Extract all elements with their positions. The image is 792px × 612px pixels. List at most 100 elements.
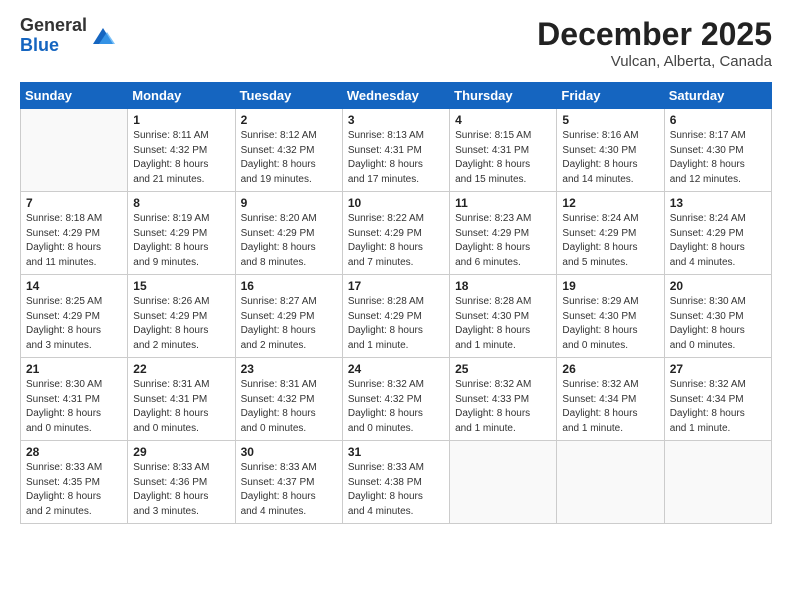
day-info: Sunrise: 8:24 AMSunset: 4:29 PMDaylight:… <box>670 212 766 270</box>
day-number: 15 <box>133 279 229 293</box>
day-cell-8: 8 Sunrise: 8:19 AMSunset: 4:29 PMDaylight… <box>128 192 235 275</box>
day-info: Sunrise: 8:31 AMSunset: 4:32 PMDaylight:… <box>241 378 337 436</box>
week-row-5: 28Sunrise: 8:33 AMSunset: 4:35 PMDayligh… <box>21 441 772 524</box>
day-header-tuesday: Tuesday <box>235 83 342 109</box>
day-number: 19 <box>562 279 658 293</box>
day-info: Sunrise: 8:11 AMSunset: 4:32 PMDaylight:… <box>133 129 229 187</box>
empty-cell <box>557 441 664 524</box>
day-info: Sunrise: 8:30 AMSunset: 4:31 PMDaylight:… <box>26 378 122 436</box>
day-info: Sunrise: 8:27 AMSunset: 4:29 PMDaylight:… <box>241 295 337 353</box>
day-info: Sunrise: 8:32 AMSunset: 4:34 PMDaylight:… <box>562 378 658 436</box>
week-row-2: 7 Sunrise: 8:18 AMSunset: 4:29 PMDaylight… <box>21 192 772 275</box>
day-number: 13 <box>670 196 766 210</box>
day-cell-26: 26 Sunrise: 8:32 AMSunset: 4:34 PMDayligh… <box>557 358 664 441</box>
day-cell-12: 12 Sunrise: 8:24 AMSunset: 4:29 PMDayligh… <box>557 192 664 275</box>
week-row-4: 21 Sunrise: 8:30 AMSunset: 4:31 PMDayligh… <box>21 358 772 441</box>
day-header-wednesday: Wednesday <box>342 83 449 109</box>
day-info: Sunrise: 8:31 AMSunset: 4:31 PMDaylight:… <box>133 378 229 436</box>
day-header-saturday: Saturday <box>664 83 771 109</box>
day-number: 29 <box>133 445 229 459</box>
day-cell-6: 6Sunrise: 8:17 AMSunset: 4:30 PMDaylight… <box>664 109 771 192</box>
day-cell-31: 31 Sunrise: 8:33 AMSunset: 4:38 PMDayligh… <box>342 441 449 524</box>
day-number: 25 <box>455 362 551 376</box>
day-cell-24: 24 Sunrise: 8:32 AMSunset: 4:32 PMDayligh… <box>342 358 449 441</box>
day-number: 17 <box>348 279 444 293</box>
day-cell-15: 15 Sunrise: 8:26 AMSunset: 4:29 PMDayligh… <box>128 275 235 358</box>
day-cell-3: 3Sunrise: 8:13 AMSunset: 4:31 PMDaylight… <box>342 109 449 192</box>
empty-cell <box>21 109 128 192</box>
day-cell-27: 27Sunrise: 8:32 AMSunset: 4:34 PMDayligh… <box>664 358 771 441</box>
day-header-monday: Monday <box>128 83 235 109</box>
day-info: Sunrise: 8:22 AMSunset: 4:29 PMDaylight:… <box>348 212 444 270</box>
day-info: Sunrise: 8:15 AMSunset: 4:31 PMDaylight:… <box>455 129 551 187</box>
week-row-3: 14Sunrise: 8:25 AMSunset: 4:29 PMDayligh… <box>21 275 772 358</box>
days-header-row: SundayMondayTuesdayWednesdayThursdayFrid… <box>21 83 772 109</box>
day-info: Sunrise: 8:18 AMSunset: 4:29 PMDaylight:… <box>26 212 122 270</box>
day-cell-14: 14Sunrise: 8:25 AMSunset: 4:29 PMDayligh… <box>21 275 128 358</box>
day-cell-23: 23 Sunrise: 8:31 AMSunset: 4:32 PMDayligh… <box>235 358 342 441</box>
day-info: Sunrise: 8:32 AMSunset: 4:32 PMDaylight:… <box>348 378 444 436</box>
day-number: 31 <box>348 445 444 459</box>
calendar-table: SundayMondayTuesdayWednesdayThursdayFrid… <box>20 82 772 524</box>
day-number: 23 <box>241 362 337 376</box>
day-number: 1 <box>133 113 229 127</box>
day-number: 20 <box>670 279 766 293</box>
day-info: Sunrise: 8:16 AMSunset: 4:30 PMDaylight:… <box>562 129 658 187</box>
day-cell-1: 1 Sunrise: 8:11 AMSunset: 4:32 PMDaylight… <box>128 109 235 192</box>
logo-general: General <box>20 15 87 35</box>
logo-icon <box>89 22 117 50</box>
day-cell-17: 17 Sunrise: 8:28 AMSunset: 4:29 PMDayligh… <box>342 275 449 358</box>
day-info: Sunrise: 8:12 AMSunset: 4:32 PMDaylight:… <box>241 129 337 187</box>
day-number: 7 <box>26 196 122 210</box>
day-info: Sunrise: 8:28 AMSunset: 4:30 PMDaylight:… <box>455 295 551 353</box>
day-cell-9: 9 Sunrise: 8:20 AMSunset: 4:29 PMDaylight… <box>235 192 342 275</box>
day-number: 10 <box>348 196 444 210</box>
day-cell-20: 20 Sunrise: 8:30 AMSunset: 4:30 PMDayligh… <box>664 275 771 358</box>
day-number: 12 <box>562 196 658 210</box>
day-info: Sunrise: 8:30 AMSunset: 4:30 PMDaylight:… <box>670 295 766 353</box>
day-info: Sunrise: 8:33 AMSunset: 4:37 PMDaylight:… <box>241 461 337 519</box>
day-number: 4 <box>455 113 551 127</box>
day-info: Sunrise: 8:28 AMSunset: 4:29 PMDaylight:… <box>348 295 444 353</box>
day-cell-5: 5 Sunrise: 8:16 AMSunset: 4:30 PMDaylight… <box>557 109 664 192</box>
day-cell-30: 30 Sunrise: 8:33 AMSunset: 4:37 PMDayligh… <box>235 441 342 524</box>
day-cell-2: 2 Sunrise: 8:12 AMSunset: 4:32 PMDaylight… <box>235 109 342 192</box>
day-number: 22 <box>133 362 229 376</box>
day-number: 18 <box>455 279 551 293</box>
day-cell-21: 21 Sunrise: 8:30 AMSunset: 4:31 PMDayligh… <box>21 358 128 441</box>
week-row-1: 1 Sunrise: 8:11 AMSunset: 4:32 PMDaylight… <box>21 109 772 192</box>
day-number: 2 <box>241 113 337 127</box>
day-number: 9 <box>241 196 337 210</box>
title-block: December 2025 Vulcan, Alberta, Canada <box>537 16 772 70</box>
day-info: Sunrise: 8:20 AMSunset: 4:29 PMDaylight:… <box>241 212 337 270</box>
month-title: December 2025 <box>537 16 772 53</box>
day-cell-10: 10 Sunrise: 8:22 AMSunset: 4:29 PMDayligh… <box>342 192 449 275</box>
day-number: 8 <box>133 196 229 210</box>
day-info: Sunrise: 8:32 AMSunset: 4:33 PMDaylight:… <box>455 378 551 436</box>
page-container: General Blue December 2025 Vulcan, Alber… <box>0 0 792 534</box>
day-number: 11 <box>455 196 551 210</box>
day-number: 26 <box>562 362 658 376</box>
day-cell-29: 29 Sunrise: 8:33 AMSunset: 4:36 PMDayligh… <box>128 441 235 524</box>
day-number: 24 <box>348 362 444 376</box>
header: General Blue December 2025 Vulcan, Alber… <box>20 16 772 70</box>
day-cell-28: 28Sunrise: 8:33 AMSunset: 4:35 PMDayligh… <box>21 441 128 524</box>
day-cell-7: 7 Sunrise: 8:18 AMSunset: 4:29 PMDaylight… <box>21 192 128 275</box>
day-info: Sunrise: 8:26 AMSunset: 4:29 PMDaylight:… <box>133 295 229 353</box>
day-info: Sunrise: 8:19 AMSunset: 4:29 PMDaylight:… <box>133 212 229 270</box>
day-cell-11: 11Sunrise: 8:23 AMSunset: 4:29 PMDayligh… <box>450 192 557 275</box>
day-cell-16: 16Sunrise: 8:27 AMSunset: 4:29 PMDayligh… <box>235 275 342 358</box>
day-info: Sunrise: 8:24 AMSunset: 4:29 PMDaylight:… <box>562 212 658 270</box>
day-number: 3 <box>348 113 444 127</box>
day-info: Sunrise: 8:33 AMSunset: 4:36 PMDaylight:… <box>133 461 229 519</box>
day-number: 5 <box>562 113 658 127</box>
logo: General Blue <box>20 16 117 56</box>
location: Vulcan, Alberta, Canada <box>537 53 772 70</box>
day-info: Sunrise: 8:17 AMSunset: 4:30 PMDaylight:… <box>670 129 766 187</box>
day-number: 30 <box>241 445 337 459</box>
day-cell-22: 22 Sunrise: 8:31 AMSunset: 4:31 PMDayligh… <box>128 358 235 441</box>
day-number: 21 <box>26 362 122 376</box>
empty-cell <box>664 441 771 524</box>
day-cell-18: 18 Sunrise: 8:28 AMSunset: 4:30 PMDayligh… <box>450 275 557 358</box>
day-info: Sunrise: 8:33 AMSunset: 4:38 PMDaylight:… <box>348 461 444 519</box>
